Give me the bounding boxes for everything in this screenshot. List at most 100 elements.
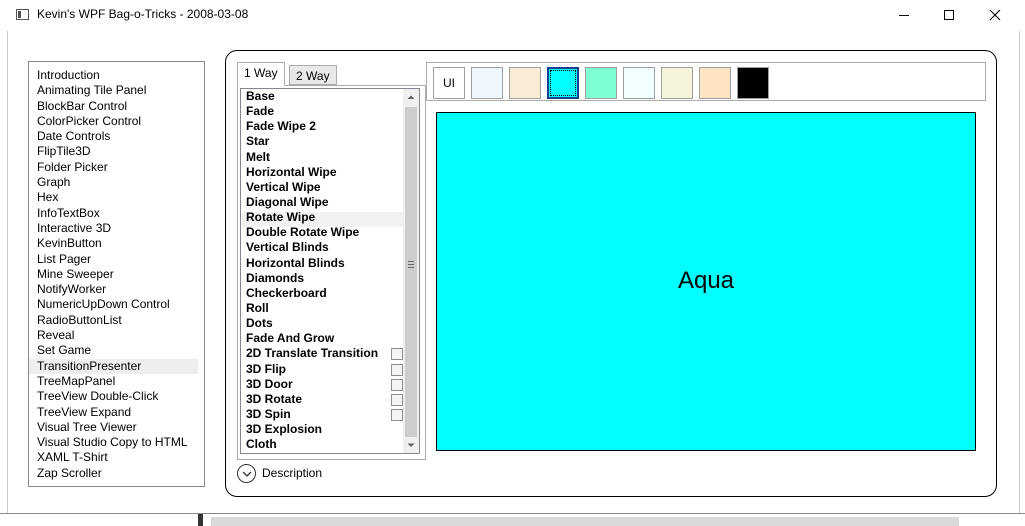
sidebar-item[interactable]: TreeMapPanel — [29, 374, 198, 389]
sidebar-item[interactable]: InfoTextBox — [29, 206, 198, 221]
transition-item-label: Rotate Wipe — [246, 210, 316, 225]
scroll-up-button[interactable] — [403, 89, 419, 105]
sidebar-item[interactable]: Visual Studio Copy to HTML — [29, 435, 198, 450]
transition-item[interactable]: Base — [241, 89, 419, 104]
demo-list[interactable]: Introduction Animating Tile Panel BlockBar… — [28, 61, 205, 487]
transition-list-scrollbar[interactable] — [403, 89, 419, 453]
sidebar-item[interactable]: ColorPicker Control — [29, 114, 198, 129]
transition-item[interactable]: 3D Door — [241, 377, 419, 392]
sidebar-item[interactable]: Interactive 3D — [29, 221, 198, 236]
sidebar-item[interactable]: FlipTile3D — [29, 144, 198, 159]
maximize-icon — [944, 10, 954, 20]
transition-item[interactable]: Diagonal Wipe — [241, 195, 419, 210]
sidebar-item[interactable]: Animating Tile Panel — [29, 83, 198, 98]
sidebar-item[interactable]: Date Controls — [29, 129, 198, 144]
transition-item-label: Cloth — [246, 437, 277, 452]
transition-item[interactable]: Fade And Grow — [241, 331, 419, 346]
transition-item-label: Vertical Blinds — [246, 240, 329, 255]
sidebar-item[interactable]: Graph — [29, 175, 198, 190]
app-window-icon[interactable] — [16, 9, 29, 20]
minimize-icon — [899, 15, 909, 16]
chevron-down-icon — [242, 471, 252, 477]
window-right-edge — [1019, 31, 1025, 525]
transition-option-checkbox[interactable] — [391, 408, 403, 421]
sidebar-item[interactable]: Reveal — [29, 328, 198, 343]
transition-item-label: Diamonds — [246, 270, 305, 285]
title-bar: Kevin's WPF Bag-o-Tricks - 2008-03-08 — [0, 0, 1025, 31]
sidebar-item[interactable]: NumericUpDown Control — [29, 297, 198, 312]
transition-display: Aqua — [436, 112, 976, 451]
transition-item[interactable]: Checkerboard — [241, 286, 419, 301]
sidebar-item[interactable]: Introduction — [29, 68, 198, 83]
color-swatch-bar: UI — [426, 62, 986, 101]
transition-item[interactable]: Cloth — [241, 437, 419, 452]
transition-item[interactable]: Fade — [241, 104, 419, 119]
chevron-up-icon — [407, 95, 415, 99]
sidebar-item[interactable]: TreeView Expand — [29, 405, 198, 420]
transition-option-checkbox[interactable] — [391, 378, 403, 391]
transition-option-checkbox[interactable] — [391, 393, 403, 406]
transition-item[interactable]: Double Rotate Wipe — [241, 225, 419, 240]
sidebar-item[interactable]: NotifyWorker — [29, 282, 198, 297]
transition-item[interactable]: Dots — [241, 316, 419, 331]
transition-item[interactable]: Vertical Blinds — [241, 240, 419, 255]
sidebar-item[interactable]: BlockBar Control — [29, 99, 198, 114]
transition-item[interactable]: 3D Rotate — [241, 392, 419, 407]
sidebar-item[interactable]: KevinButton — [29, 236, 198, 251]
scroll-thumb[interactable] — [405, 107, 417, 437]
close-button[interactable] — [972, 0, 1018, 31]
color-swatch[interactable] — [661, 67, 693, 99]
sidebar-item[interactable]: Visual Tree Viewer — [29, 420, 198, 435]
chevron-down-icon — [407, 443, 415, 447]
tab-1-way[interactable]: 1 Way — [237, 62, 285, 86]
tab-2-way[interactable]: 2 Way — [289, 65, 337, 85]
description-label: Description — [262, 466, 323, 480]
transition-item[interactable]: 2D Translate Transition — [241, 346, 419, 361]
sidebar-item[interactable]: Mine Sweeper — [29, 267, 198, 282]
transition-item-label: 2D Translate Transition — [246, 346, 379, 361]
transition-item-label: Dots — [246, 316, 273, 331]
sidebar-item[interactable]: TreeView Double-Click — [29, 389, 198, 404]
transition-item[interactable]: Diamonds — [241, 271, 419, 286]
sidebar-item[interactable]: Hex — [29, 190, 198, 205]
transition-item-label: 3D Spin — [246, 406, 291, 421]
minimize-button[interactable] — [881, 0, 927, 31]
transition-item[interactable]: Fade Wipe 2 — [241, 119, 419, 134]
sidebar-item[interactable]: XAML T-Shirt — [29, 450, 198, 465]
transition-item[interactable]: Horizontal Wipe — [241, 165, 419, 180]
color-swatch[interactable] — [585, 67, 617, 99]
color-swatch[interactable] — [509, 67, 541, 99]
sidebar-item[interactable]: List Pager — [29, 252, 198, 267]
maximize-button[interactable] — [926, 0, 972, 31]
transition-item[interactable]: Rotate Wipe — [241, 210, 419, 225]
swatch-ui-button[interactable]: UI — [433, 67, 465, 99]
color-swatch[interactable] — [699, 67, 731, 99]
sidebar-item[interactable]: Folder Picker — [29, 160, 198, 175]
transition-item[interactable]: Vertical Wipe — [241, 180, 419, 195]
transition-item-label: Fade Wipe 2 — [246, 119, 316, 134]
transition-item[interactable]: 3D Flip — [241, 362, 419, 377]
transition-item[interactable]: 3D Spin — [241, 407, 419, 422]
transition-list[interactable]: Base Fade Fade Wipe 2 Star Melt Horizontal Wi… — [240, 88, 420, 454]
transition-item[interactable]: Roll — [241, 301, 419, 316]
sidebar-item[interactable]: Set Game — [29, 343, 198, 358]
transition-item[interactable]: Star — [241, 134, 419, 149]
expander-toggle[interactable] — [237, 464, 256, 483]
sidebar-item[interactable]: Zap Scroller — [29, 466, 198, 481]
sidebar-item[interactable]: RadioButtonList — [29, 313, 198, 328]
transition-item-label: 3D Door — [246, 376, 293, 391]
color-swatch[interactable] — [623, 67, 655, 99]
color-swatch[interactable] — [737, 67, 769, 99]
transition-item-label: Roll — [246, 300, 269, 315]
scroll-down-button[interactable] — [403, 437, 419, 453]
transition-item[interactable]: 3D Explosion — [241, 422, 419, 437]
transition-item-label: 3D Explosion — [246, 422, 323, 437]
transition-item[interactable]: Horizontal Blinds — [241, 256, 419, 271]
transition-item[interactable]: Melt — [241, 150, 419, 165]
color-swatch[interactable] — [547, 67, 579, 99]
transition-option-checkbox[interactable] — [391, 363, 403, 376]
scroll-grip-icon — [408, 261, 414, 268]
color-swatch[interactable] — [471, 67, 503, 99]
transition-option-checkbox[interactable] — [391, 348, 403, 361]
sidebar-item[interactable]: TransitionPresenter — [29, 358, 198, 374]
